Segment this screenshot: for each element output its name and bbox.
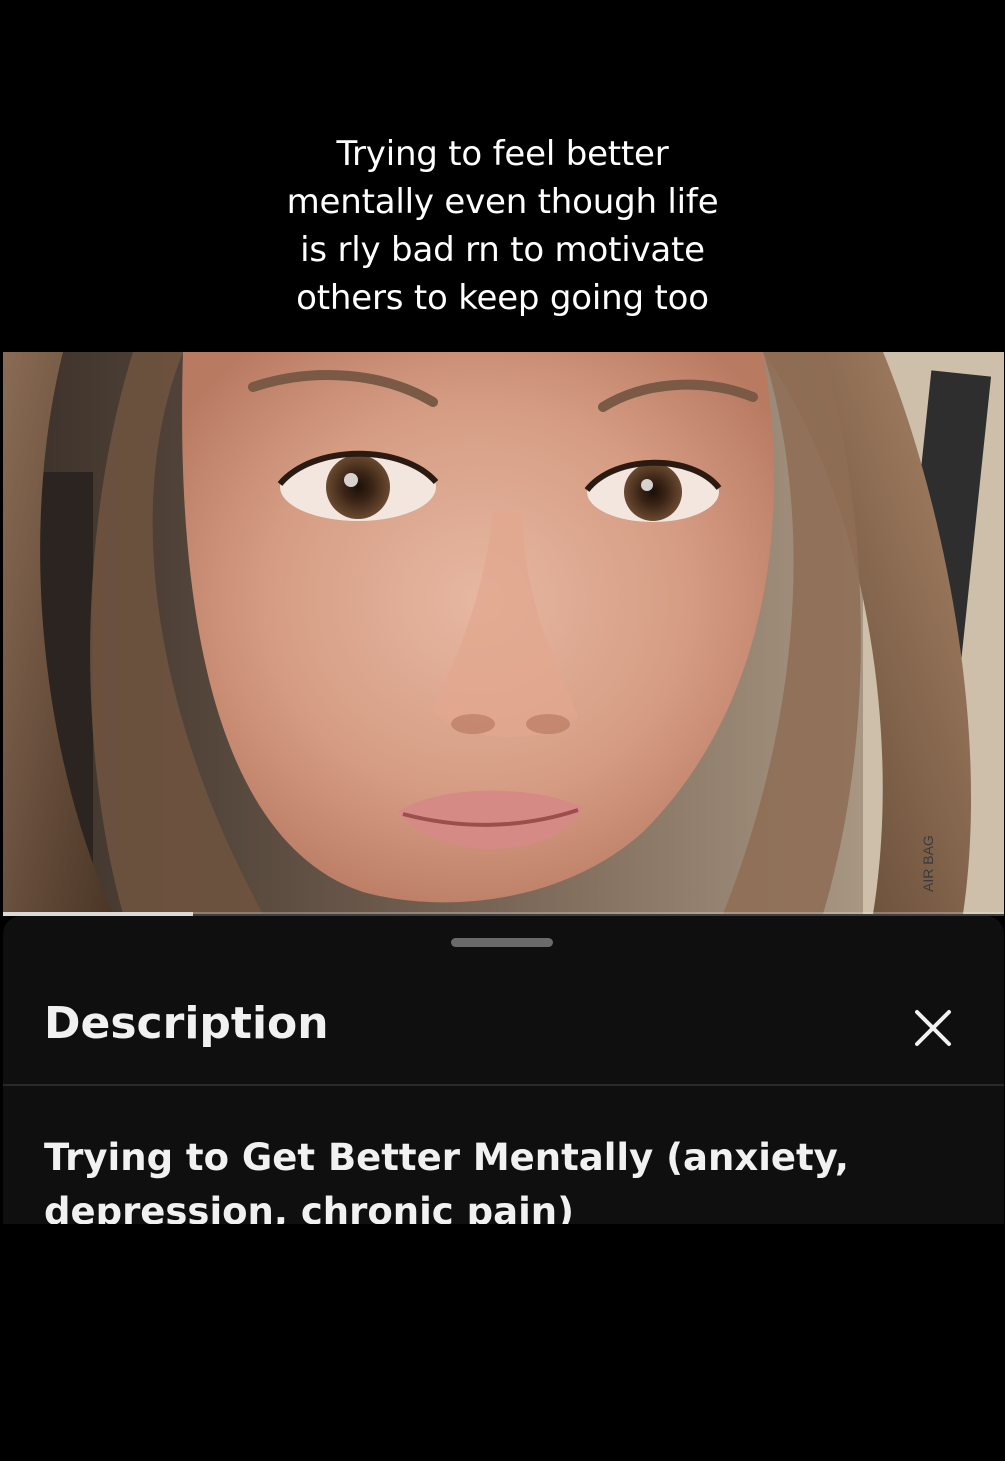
overlay-caption: Trying to feel better mentally even thou… [0,130,1005,322]
caption-line-4: others to keep going too [296,278,709,318]
airbag-label: AIR BAG [920,835,936,892]
sheet-drag-handle[interactable] [451,938,553,947]
bottom-black-area [0,1224,1005,1461]
caption-line-1: Trying to feel better [336,134,669,174]
video-frame[interactable]: AIR BAG [3,352,1004,914]
caption-line-3: is rly bad rn to motivate [300,230,705,270]
description-sheet: Description Trying to Get Better Mentall… [3,916,1004,1224]
close-button[interactable] [905,1000,961,1056]
sheet-divider [3,1084,1004,1086]
description-text: Trying to Get Better Mentally (anxiety, … [44,1136,849,1224]
video-still-image: AIR BAG [3,352,1004,914]
sheet-title: Description [44,998,329,1049]
caption-line-2: mentally even though life [286,182,719,222]
close-x-icon [915,1010,951,1046]
